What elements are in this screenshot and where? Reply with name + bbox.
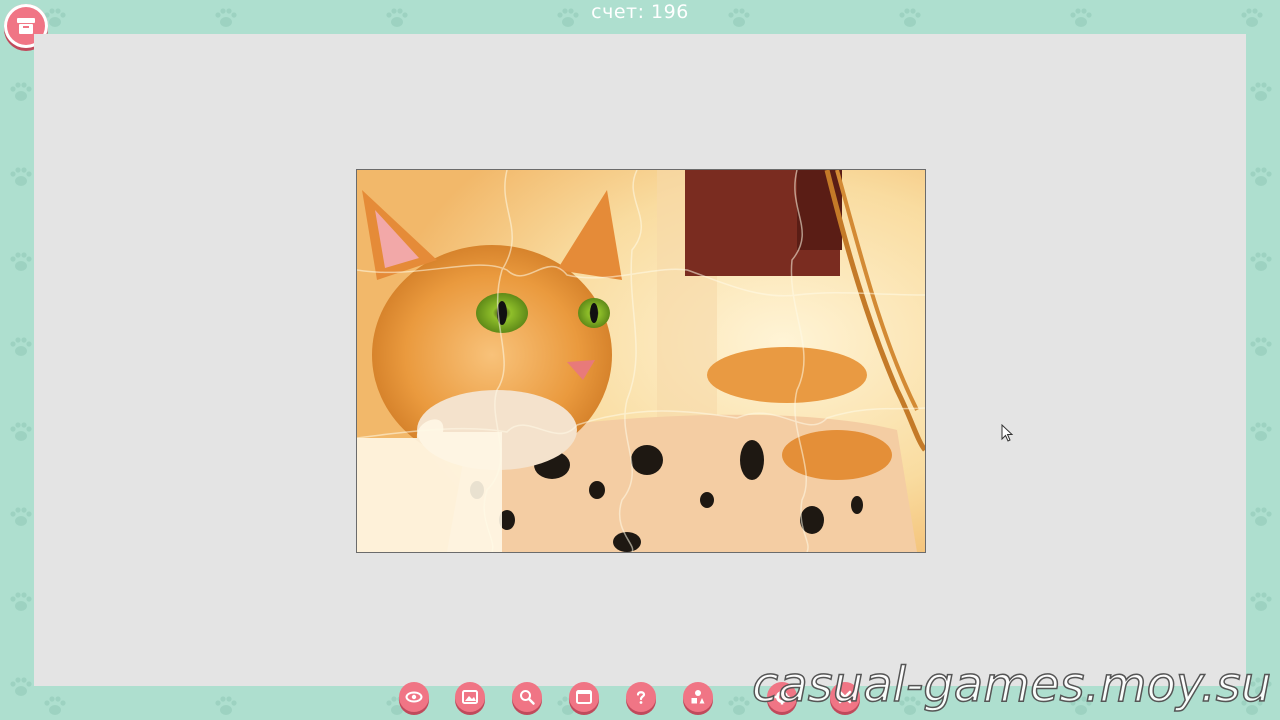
- fullscreen-button[interactable]: [569, 682, 599, 712]
- magnifier-icon: [520, 690, 535, 705]
- help-button[interactable]: [626, 682, 656, 712]
- paw-icon: [6, 165, 36, 189]
- paw-icon: [1246, 335, 1276, 359]
- paw-icon: [1246, 80, 1276, 104]
- paw-icon: [6, 335, 36, 359]
- image-icon: [462, 690, 478, 704]
- paw-icon: [6, 590, 36, 614]
- score-label: счет: 196: [591, 1, 689, 23]
- preview-button[interactable]: [399, 682, 429, 712]
- paw-icon: [1246, 250, 1276, 274]
- question-icon: [636, 691, 646, 704]
- image-button[interactable]: [455, 682, 485, 712]
- watermark-text: casual-games.moy.su: [751, 656, 1272, 714]
- paw-icon: [1246, 590, 1276, 614]
- pieces-button[interactable]: [683, 682, 713, 712]
- zoom-button[interactable]: [512, 682, 542, 712]
- paw-icon: [6, 505, 36, 529]
- mouse-cursor-icon: [1001, 424, 1014, 442]
- paw-icon: [6, 420, 36, 444]
- paw-icon: [6, 250, 36, 274]
- window-icon: [576, 690, 592, 704]
- paw-icon: [1246, 420, 1276, 444]
- paw-icon: [1246, 165, 1276, 189]
- eye-icon: [405, 691, 423, 703]
- paw-icon: [1246, 505, 1276, 529]
- shapes-icon: [691, 690, 705, 704]
- puzzle-image[interactable]: [357, 170, 925, 552]
- paw-icon: [6, 80, 36, 104]
